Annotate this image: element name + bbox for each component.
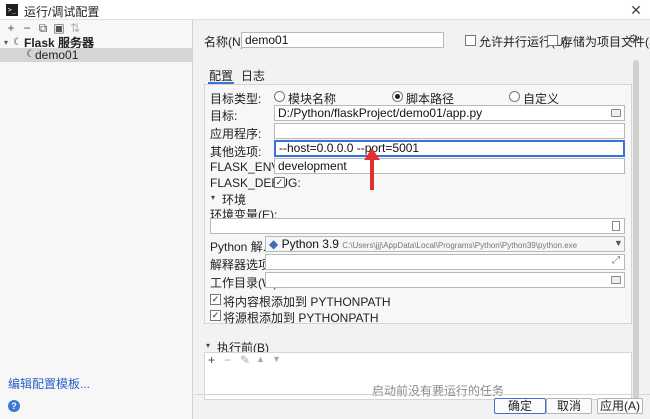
app-label: 应用程序: [210, 127, 262, 141]
flask-env-label: FLASK_ENV: [210, 160, 283, 174]
flask-icon: ☾ [26, 49, 35, 60]
app-input[interactable] [274, 123, 625, 139]
interpreter-path: C:\Users\jjj\AppData\Local\Programs\Pyth… [342, 241, 578, 250]
document-icon[interactable] [612, 221, 620, 231]
python-icon: ◆ [269, 237, 279, 251]
interpreter-options-input[interactable] [265, 254, 625, 270]
target-value: D:/Python/flaskProject/demo01/app.py [278, 106, 483, 120]
extra-options-label: 其他选项: [210, 145, 262, 159]
chevron-down-icon[interactable]: ▾ [211, 193, 215, 202]
vertical-scrollbar[interactable] [633, 60, 639, 400]
store-as-file-checkbox[interactable] [547, 35, 558, 46]
add-task-button[interactable]: + [208, 353, 215, 367]
source-roots-checkbox[interactable]: ✓ [210, 310, 221, 321]
interpreter-options-label: 解释器选项: [210, 258, 274, 272]
flask-env-input[interactable]: development [274, 158, 625, 174]
cancel-button[interactable]: 取消 [546, 398, 592, 414]
folder-icon[interactable]: ▣ [52, 21, 66, 35]
tree-item-demo01[interactable]: ☾ demo01 [0, 48, 193, 62]
edit-templates-link[interactable]: 编辑配置模板... [8, 375, 90, 392]
before-launch-empty: 启动前没有要运行的任务 [372, 384, 505, 398]
allow-parallel-checkbox[interactable] [465, 35, 476, 46]
config-tree-panel [0, 20, 193, 419]
close-icon[interactable]: ✕ [626, 1, 646, 19]
name-input[interactable]: demo01 [241, 32, 444, 48]
divider [194, 394, 650, 395]
folder-icon[interactable] [611, 276, 621, 284]
content-roots-label: 将内容根添加到 PYTHONPATH [223, 295, 391, 309]
interpreter-select[interactable]: ◆ Python 3.9 C:\Users\jjj\AppData\Local\… [265, 236, 625, 252]
radio-script[interactable] [392, 91, 403, 102]
apply-button[interactable]: 应用(A) [597, 398, 643, 414]
interpreter-label: Python 解... [210, 240, 273, 254]
gear-icon[interactable]: ⚙ [628, 32, 639, 46]
expand-icon[interactable]: ⤢ [612, 255, 620, 266]
content-roots-checkbox[interactable]: ✓ [210, 294, 221, 305]
app-icon: >_ [6, 4, 18, 16]
chevron-down-icon[interactable]: ▼ [614, 238, 623, 248]
tab-config[interactable]: 配置 [208, 68, 234, 84]
env-vars-input[interactable] [210, 218, 625, 234]
interpreter-name: Python 3.9 [281, 237, 339, 251]
folder-icon[interactable] [611, 109, 621, 117]
remove-task-button[interactable]: − [224, 353, 231, 367]
annotation-arrow [364, 148, 380, 190]
flask-debug-checkbox[interactable]: ✓ [274, 177, 285, 188]
extra-options-input[interactable]: --host=0.0.0.0 --port=5001 [274, 140, 625, 157]
ok-button[interactable]: 确定 [494, 398, 546, 414]
remove-config-button[interactable]: − [20, 21, 34, 35]
target-label: 目标: [210, 109, 238, 123]
radio-module[interactable] [274, 91, 285, 102]
workdir-input[interactable] [265, 272, 625, 288]
flask-debug-label: FLASK_DEBUG: [210, 176, 301, 190]
tab-logs[interactable]: 日志 [240, 68, 266, 84]
sort-icon[interactable]: ⇅ [68, 21, 82, 35]
target-type-label: 目标类型: [210, 92, 262, 106]
move-up-icon[interactable]: ▲ [256, 354, 265, 364]
window-title: 运行/调试配置 [24, 5, 100, 19]
edit-task-icon[interactable]: ✎ [240, 353, 250, 367]
tree-item-label: demo01 [35, 48, 79, 62]
radio-custom[interactable] [509, 91, 520, 102]
target-input[interactable]: D:/Python/flaskProject/demo01/app.py [274, 105, 625, 121]
chevron-down-icon[interactable]: ▾ [206, 341, 210, 350]
copy-config-icon[interactable]: ⧉ [36, 21, 50, 35]
move-down-icon[interactable]: ▼ [272, 354, 281, 364]
help-icon[interactable]: ? [8, 400, 20, 412]
add-config-button[interactable]: + [4, 21, 18, 35]
source-roots-label: 将源根添加到 PYTHONPATH [223, 311, 379, 325]
